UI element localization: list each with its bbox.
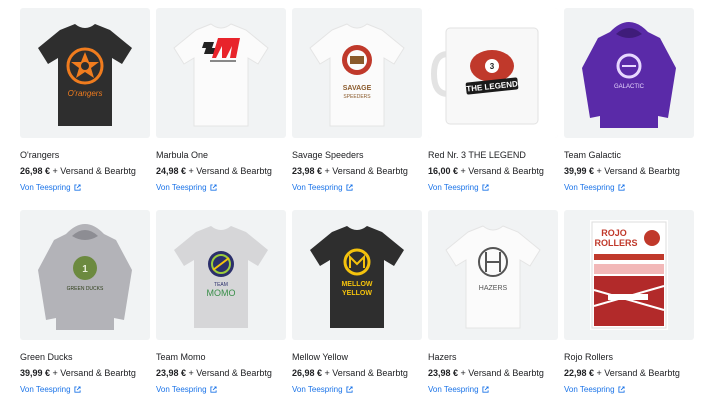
poster-rojo-icon: ROJO ROLLERS bbox=[590, 220, 668, 330]
product-title[interactable]: Savage Speeders bbox=[292, 150, 364, 161]
product-image[interactable]: GALACTIC bbox=[564, 8, 694, 138]
seller-link[interactable]: Von Teespring bbox=[564, 384, 625, 395]
tshirt-dark-orangers-icon: O'rangers bbox=[38, 24, 132, 126]
hoodie-purple-galactic-icon: GALACTIC bbox=[582, 22, 676, 128]
product-price: 39,99 € + Versand & Bearbtg bbox=[564, 166, 680, 176]
product-title[interactable]: Team Momo bbox=[156, 352, 206, 363]
seller-link[interactable]: Von Teespring bbox=[428, 384, 489, 395]
external-link-icon bbox=[482, 184, 489, 191]
product-image[interactable]: MELLOW YELLOW bbox=[292, 210, 422, 340]
tshirt-white-savage-icon: SAVAGE SPEEDERS bbox=[309, 23, 405, 127]
product-title[interactable]: Team Galactic bbox=[564, 150, 621, 161]
svg-text:YELLOW: YELLOW bbox=[342, 290, 372, 297]
svg-text:MELLOW: MELLOW bbox=[341, 281, 372, 288]
svg-text:GALACTIC: GALACTIC bbox=[614, 84, 645, 90]
product-price: 26,98 € + Versand & Bearbtg bbox=[292, 368, 408, 378]
product-title[interactable]: Mellow Yellow bbox=[292, 352, 348, 363]
external-link-icon bbox=[346, 386, 353, 393]
product-image[interactable]: 3 THE LEGEND bbox=[428, 8, 558, 138]
seller-link[interactable]: Von Teespring bbox=[564, 182, 625, 193]
tshirt-grey-momo-icon: TEAM MOMO bbox=[174, 226, 268, 328]
product-image[interactable]: 1 GREEN DUCKS bbox=[20, 210, 150, 340]
product-price: 24,98 € + Versand & Bearbtg bbox=[156, 166, 272, 176]
external-link-icon bbox=[210, 386, 217, 393]
svg-text:MOMO: MOMO bbox=[207, 288, 236, 298]
product-title[interactable]: Hazers bbox=[428, 352, 457, 363]
product-price: 22,98 € + Versand & Bearbtg bbox=[564, 368, 680, 378]
tshirt-white-hazers-icon: HAZERS bbox=[445, 225, 541, 329]
product-image[interactable]: O'rangers bbox=[20, 8, 150, 138]
svg-text:ROLLERS: ROLLERS bbox=[594, 238, 637, 248]
external-link-icon bbox=[346, 184, 353, 191]
seller-link[interactable]: Von Teespring bbox=[156, 384, 217, 395]
hoodie-grey-ducks-icon: 1 GREEN DUCKS bbox=[38, 224, 132, 330]
product-price: 23,98 € + Versand & Bearbtg bbox=[156, 368, 272, 378]
product-image[interactable]: TEAM MOMO bbox=[156, 210, 286, 340]
svg-text:ROJO: ROJO bbox=[601, 228, 627, 238]
product-title[interactable]: Red Nr. 3 THE LEGEND bbox=[428, 150, 526, 161]
external-link-icon bbox=[74, 184, 81, 191]
external-link-icon bbox=[210, 184, 217, 191]
product-price: 39,99 € + Versand & Bearbtg bbox=[20, 368, 136, 378]
product-price: 26,98 € + Versand & Bearbtg bbox=[20, 166, 136, 176]
product-image[interactable]: SAVAGE SPEEDERS bbox=[292, 8, 422, 138]
product-price: 23,98 € + Versand & Bearbtg bbox=[428, 368, 544, 378]
product-price: 16,00 € + Versand & Bearbtg bbox=[428, 166, 544, 176]
svg-text:GREEN DUCKS: GREEN DUCKS bbox=[67, 286, 104, 292]
product-image[interactable]: ROJO ROLLERS bbox=[564, 210, 694, 340]
seller-link[interactable]: Von Teespring bbox=[20, 384, 81, 395]
svg-text:SAVAGE: SAVAGE bbox=[343, 85, 372, 92]
svg-text:O'rangers: O'rangers bbox=[68, 89, 103, 98]
product-title[interactable]: Rojo Rollers bbox=[564, 352, 613, 363]
seller-link[interactable]: Von Teespring bbox=[156, 182, 217, 193]
product-title[interactable]: O'rangers bbox=[20, 150, 59, 161]
mug-legend-icon: 3 THE LEGEND bbox=[428, 8, 558, 138]
product-image[interactable]: HAZERS bbox=[428, 210, 558, 340]
seller-link[interactable]: Von Teespring bbox=[292, 182, 353, 193]
svg-text:SPEEDERS: SPEEDERS bbox=[343, 94, 371, 100]
product-price: 23,98 € + Versand & Bearbtg bbox=[292, 166, 408, 176]
svg-text:3: 3 bbox=[490, 62, 495, 71]
external-link-icon bbox=[618, 184, 625, 191]
svg-text:HAZERS: HAZERS bbox=[479, 285, 508, 292]
seller-link[interactable]: Von Teespring bbox=[20, 182, 81, 193]
seller-link[interactable]: Von Teespring bbox=[428, 182, 489, 193]
product-title[interactable]: Marbula One bbox=[156, 150, 208, 161]
product-title[interactable]: Green Ducks bbox=[20, 352, 73, 363]
tshirt-white-marbula-icon bbox=[173, 23, 269, 127]
external-link-icon bbox=[482, 386, 489, 393]
external-link-icon bbox=[618, 386, 625, 393]
tshirt-dark-mellow-icon: MELLOW YELLOW bbox=[310, 226, 404, 328]
svg-text:1: 1 bbox=[82, 264, 88, 275]
product-grid: O'rangers O'rangers 26,98 € + Versand & … bbox=[0, 0, 712, 405]
external-link-icon bbox=[74, 386, 81, 393]
product-image[interactable] bbox=[156, 8, 286, 138]
seller-link[interactable]: Von Teespring bbox=[292, 384, 353, 395]
